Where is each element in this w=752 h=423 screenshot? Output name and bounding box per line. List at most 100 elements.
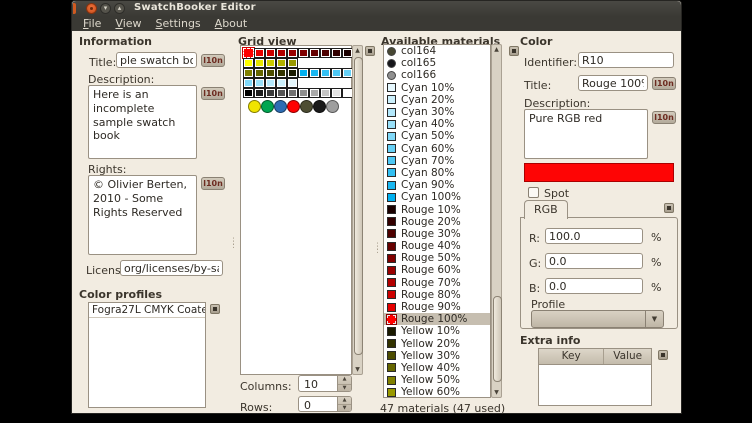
grid-swatch[interactable] bbox=[276, 78, 287, 88]
material-item[interactable]: Rouge 70% bbox=[384, 277, 490, 289]
spin-up-icon[interactable]: ▲ bbox=[338, 376, 351, 385]
material-item[interactable]: Rouge 50% bbox=[384, 252, 490, 264]
grid-swatch[interactable] bbox=[243, 48, 254, 58]
grid-swatch[interactable] bbox=[287, 88, 298, 98]
grid-swatch[interactable] bbox=[331, 88, 342, 98]
channel-value-input[interactable] bbox=[545, 278, 643, 294]
color-values-options-icon[interactable] bbox=[664, 203, 674, 213]
close-icon[interactable] bbox=[86, 3, 97, 14]
grid-circle-swatch[interactable] bbox=[248, 100, 261, 113]
material-item[interactable]: col166 bbox=[384, 69, 490, 81]
maximize-icon[interactable]: ▴ bbox=[114, 3, 125, 14]
grid-swatch[interactable] bbox=[331, 68, 342, 78]
grid-swatch[interactable] bbox=[298, 68, 309, 78]
swatch-grid[interactable] bbox=[240, 45, 352, 375]
scroll-down-icon[interactable]: ▼ bbox=[492, 388, 501, 397]
channel-value-input[interactable] bbox=[545, 253, 643, 269]
material-item[interactable]: Cyan 70% bbox=[384, 155, 490, 167]
grid-scrollbar-thumb[interactable] bbox=[354, 57, 363, 355]
material-item[interactable]: Yellow 50% bbox=[384, 374, 490, 386]
columns-stepper[interactable]: ▲▼ bbox=[298, 375, 352, 392]
materials-scrollbar[interactable]: ▲ ▼ bbox=[491, 44, 502, 398]
material-item[interactable]: Cyan 80% bbox=[384, 167, 490, 179]
book-description-input[interactable]: Here is an incomplete sample swatch book bbox=[88, 85, 197, 159]
extra-info-options-icon[interactable] bbox=[658, 350, 668, 360]
menu-about[interactable]: About bbox=[208, 17, 255, 30]
material-item[interactable]: Rouge 20% bbox=[384, 216, 490, 228]
material-item[interactable]: Yellow 30% bbox=[384, 350, 490, 362]
grid-swatch[interactable] bbox=[243, 88, 254, 98]
material-item[interactable]: Rouge 100% bbox=[384, 313, 490, 325]
spin-up-icon[interactable]: ▲ bbox=[338, 397, 351, 405]
material-item[interactable]: Cyan 90% bbox=[384, 179, 490, 191]
grid-swatch[interactable] bbox=[287, 48, 298, 58]
grid-circle-swatch[interactable] bbox=[313, 100, 326, 113]
materials-scrollbar-thumb[interactable] bbox=[493, 296, 502, 382]
rights-input[interactable]: © Olivier Berten, 2010 - Some Rights Res… bbox=[88, 175, 197, 255]
grid-circle-swatch[interactable] bbox=[300, 100, 313, 113]
grid-swatch[interactable] bbox=[287, 78, 298, 88]
grid-swatch[interactable] bbox=[265, 48, 276, 58]
color-title-input[interactable] bbox=[578, 75, 648, 91]
grid-swatch[interactable] bbox=[265, 68, 276, 78]
grid-swatch[interactable] bbox=[287, 68, 298, 78]
grid-swatch[interactable] bbox=[243, 68, 254, 78]
rows-input[interactable] bbox=[302, 398, 338, 413]
grid-swatch[interactable] bbox=[254, 78, 265, 88]
menu-file[interactable]: File bbox=[76, 17, 108, 30]
spot-checkbox[interactable] bbox=[528, 187, 539, 198]
columns-input[interactable] bbox=[302, 377, 338, 392]
material-item[interactable]: Yellow 40% bbox=[384, 362, 490, 374]
grid-options-icon[interactable] bbox=[365, 46, 375, 56]
grid-swatch[interactable] bbox=[309, 68, 320, 78]
grid-swatch[interactable] bbox=[320, 88, 331, 98]
titlebar[interactable]: ▾ ▴ SwatchBooker Editor bbox=[72, 1, 681, 16]
material-item[interactable]: Cyan 50% bbox=[384, 130, 490, 142]
material-item[interactable]: Yellow 60% bbox=[384, 386, 490, 398]
grid-swatch[interactable] bbox=[287, 58, 298, 68]
grid-swatch[interactable] bbox=[243, 58, 254, 68]
grid-swatch[interactable] bbox=[276, 68, 287, 78]
grid-swatch[interactable] bbox=[320, 68, 331, 78]
material-item[interactable]: Cyan 40% bbox=[384, 118, 490, 130]
grid-swatch[interactable] bbox=[265, 58, 276, 68]
grid-circle-swatch[interactable] bbox=[326, 100, 339, 113]
title-l10n-button[interactable]: l10n bbox=[201, 54, 225, 67]
material-item[interactable]: Cyan 10% bbox=[384, 82, 490, 94]
grid-swatch[interactable] bbox=[265, 88, 276, 98]
channel-value-input[interactable] bbox=[545, 228, 643, 244]
material-item[interactable]: Cyan 60% bbox=[384, 143, 490, 155]
rights-l10n-button[interactable]: l10n bbox=[201, 177, 225, 190]
grid-swatch[interactable] bbox=[320, 48, 331, 58]
grid-swatch[interactable] bbox=[276, 58, 287, 68]
grid-swatch[interactable] bbox=[309, 48, 320, 58]
material-item[interactable]: Rouge 10% bbox=[384, 203, 490, 215]
grid-circle-swatch[interactable] bbox=[287, 100, 300, 113]
rows-stepper[interactable]: ▲▼ bbox=[298, 396, 352, 412]
material-item[interactable]: Cyan 20% bbox=[384, 94, 490, 106]
grid-scrollbar[interactable]: ▲ ▼ bbox=[352, 45, 363, 375]
material-item[interactable]: Cyan 100% bbox=[384, 191, 490, 203]
grid-swatch[interactable] bbox=[309, 88, 320, 98]
color-title-l10n-button[interactable]: l10n bbox=[652, 77, 676, 90]
grid-swatch[interactable] bbox=[265, 78, 276, 88]
color-profile-item[interactable]: Fogra27L CMYK Coated Pr... bbox=[89, 303, 205, 318]
material-item[interactable]: col164 bbox=[384, 45, 490, 57]
grid-swatch[interactable] bbox=[276, 48, 287, 58]
profile-dropdown[interactable]: ▼ bbox=[531, 310, 664, 328]
tab-rgb[interactable]: RGB bbox=[524, 200, 568, 219]
material-item[interactable]: Rouge 30% bbox=[384, 228, 490, 240]
splitter-grip[interactable]: ⋮⋮ bbox=[229, 241, 238, 247]
grid-swatch[interactable] bbox=[254, 88, 265, 98]
description-l10n-button[interactable]: l10n bbox=[201, 87, 225, 100]
columns-spin-buttons[interactable]: ▲▼ bbox=[337, 376, 351, 391]
grid-swatch[interactable] bbox=[254, 58, 265, 68]
materials-list[interactable]: col164col165col166Cyan 10%Cyan 20%Cyan 3… bbox=[383, 44, 491, 398]
material-item[interactable]: Rouge 80% bbox=[384, 289, 490, 301]
spin-down-icon[interactable]: ▼ bbox=[338, 405, 351, 412]
grid-circle-swatch[interactable] bbox=[261, 100, 274, 113]
grid-swatch[interactable] bbox=[276, 88, 287, 98]
grid-circle-swatch[interactable] bbox=[274, 100, 287, 113]
grid-swatch[interactable] bbox=[254, 48, 265, 58]
grid-swatch[interactable] bbox=[331, 48, 342, 58]
